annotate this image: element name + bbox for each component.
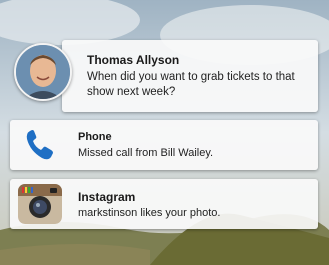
phone-icon	[18, 125, 62, 165]
person-avatar-icon	[16, 45, 70, 99]
message-text: When did you want to grab tickets to tha…	[87, 71, 295, 98]
instagram-icon	[18, 184, 62, 224]
avatar[interactable]	[14, 43, 72, 101]
instagram-message: markstinson likes your photo.	[78, 207, 221, 219]
phone-message: Missed call from Bill Wailey.	[78, 147, 214, 159]
instagram-app-name: Instagram	[78, 190, 136, 204]
message-sender: Thomas Allyson	[87, 53, 180, 67]
phone-app-name: Phone	[78, 131, 112, 143]
